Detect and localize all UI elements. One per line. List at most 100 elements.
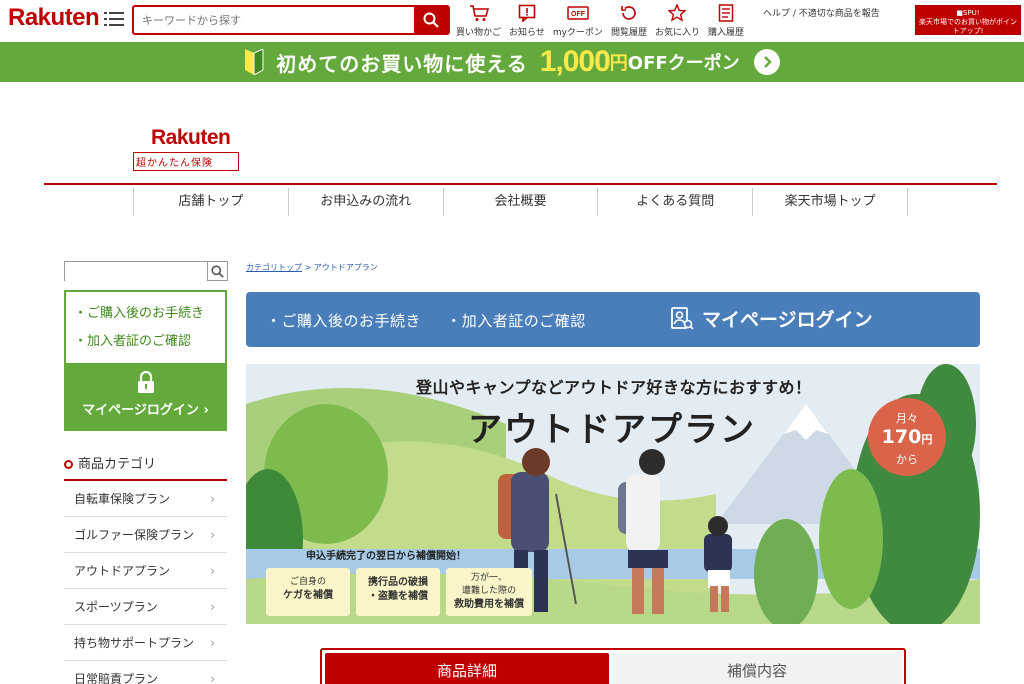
category-item[interactable]: スポーツプラン ›	[64, 589, 227, 625]
user-document-icon	[671, 306, 694, 330]
sidebar-search-input[interactable]	[65, 265, 207, 284]
price-badge-prefix: 月々	[896, 412, 918, 425]
nav-item-ichiba-top[interactable]: 楽天市場トップ	[752, 188, 908, 216]
chevron-right-icon: ›	[210, 564, 215, 578]
coupon-unit: 円	[609, 53, 628, 74]
report-link[interactable]: 不適切な商品を報告	[799, 9, 880, 19]
notice-link[interactable]: お知らせ	[509, 2, 545, 38]
category-item[interactable]: 自転車保険プラン ›	[64, 481, 227, 517]
category-item[interactable]: 日常賠責プラン ›	[64, 661, 227, 684]
nav-item-faq[interactable]: よくある質問	[597, 188, 752, 216]
feature-tag-rescue: 万が一、 遭難した際の 救助費用を補償	[446, 568, 532, 616]
site-logo-subtitle: 超かんたん保険	[133, 152, 239, 171]
mypage-bar: ・ご購入後のお手続き ・加入者証のご確認 マイページログイン	[246, 292, 980, 347]
cart-label: 買い物かご	[456, 28, 502, 38]
category-item-label: アウトドアプラン	[74, 564, 171, 578]
history-link[interactable]: 閲覧履歴	[611, 2, 647, 38]
lock-icon	[137, 370, 154, 393]
purchase-history-link[interactable]: 購入履歴	[708, 2, 744, 38]
spu-logo: ■SPU!	[956, 9, 980, 17]
favorite-link[interactable]: お気に入り	[655, 2, 700, 38]
search-button[interactable]	[414, 7, 448, 33]
chevron-right-icon: ›	[203, 403, 209, 418]
coupon-label: myクーポン	[552, 28, 603, 38]
price-badge: 月々 170円 から	[868, 398, 946, 476]
rakuten-logo[interactable]: Rakuten	[8, 4, 100, 32]
global-header: Rakuten 買い物かご お知らせ	[0, 0, 1024, 42]
feature-tag-line: ご自身の	[289, 577, 326, 587]
site-logo-brand: Rakuten	[151, 126, 231, 149]
chevron-right-icon: ›	[210, 492, 215, 506]
star-icon	[666, 2, 688, 24]
nav-item-company[interactable]: 会社概要	[442, 188, 598, 216]
feature-tag-line: 遭難した際の	[461, 586, 516, 596]
notice-icon	[516, 2, 538, 24]
circle-bullet-icon	[64, 460, 73, 469]
price-badge-suffix: から	[896, 453, 918, 466]
coupon-icon: OFF	[567, 2, 589, 24]
mypage-bar-links: ・ご購入後のお手続き ・加入者証のご確認	[266, 310, 606, 331]
help-links: ヘルプ / 不適切な商品を報告	[763, 9, 880, 19]
price-badge-amount: 170	[881, 426, 922, 448]
category-item-label: スポーツプラン	[74, 600, 158, 614]
shop-nav: 店舗トップ お申込みの流れ 会社概要 よくある質問 楽天市場トップ	[133, 188, 908, 216]
category-item-label: ゴルファー保険プラン	[74, 528, 195, 542]
sidebar-login-label: マイページログイン	[82, 403, 199, 418]
category-heading-label: 商品カテゴリ	[78, 457, 157, 472]
page: Rakuten 買い物かご お知らせ	[0, 0, 1024, 684]
search-icon	[423, 12, 439, 28]
cart-icon	[468, 2, 490, 24]
header-icon-nav: 買い物かご お知らせ OFF myクーポン 閲覧履歴 お気に入り 購入履歴	[456, 2, 752, 38]
menu-list-icon[interactable]	[104, 10, 124, 28]
tab-coverage[interactable]: 補償内容	[612, 653, 902, 684]
svg-text:OFF: OFF	[571, 11, 586, 18]
tab-product-details[interactable]: 商品詳細	[325, 653, 609, 684]
mypage-login-label: マイページログイン	[702, 309, 873, 331]
search-icon	[211, 264, 224, 278]
outdoor-plan-hero: 登山やキャンプなどアウトドア好きな方におすすめ！ アウトドアプラン 月々 170…	[246, 364, 980, 624]
chevron-right-icon: ›	[210, 636, 215, 650]
category-item[interactable]: ゴルファー保険プラン ›	[64, 517, 227, 553]
mypage-login-link[interactable]: マイページログイン	[670, 305, 873, 332]
favorite-label: お気に入り	[654, 28, 700, 38]
breadcrumb-current: アウトドアプラン	[313, 263, 378, 272]
sidebar-login-button[interactable]: マイページログイン ›	[66, 363, 225, 429]
sidebar-after-purchase-link[interactable]: ・ご購入後のお手続き	[66, 300, 225, 328]
hero-subtitle: 登山やキャンプなどアウトドア好きな方におすすめ！	[416, 378, 812, 397]
global-search-input[interactable]	[134, 7, 414, 33]
global-search-box	[132, 5, 450, 35]
nav-item-application-flow[interactable]: お申込みの流れ	[287, 188, 443, 216]
coupon-link[interactable]: OFF myクーポン	[553, 2, 603, 38]
mypage-bar-after-purchase-link[interactable]: ・ご購入後のお手続き	[266, 312, 421, 330]
feature-tag-line: ・盗難を補償	[368, 591, 428, 602]
mypage-bar-certificate-link[interactable]: ・加入者証のご確認	[446, 312, 586, 330]
product-tabs: 商品詳細 補償内容	[320, 648, 906, 684]
site-logo[interactable]: Rakuten 超かんたん保険	[133, 126, 243, 171]
category-item[interactable]: 持ち物サポートプラン ›	[64, 625, 227, 661]
category-item[interactable]: アウトドアプラン ›	[64, 553, 227, 589]
hero-title: アウトドアプラン	[468, 410, 756, 450]
category-item-label: 自転車保険プラン	[74, 492, 171, 506]
spu-banner[interactable]: ■SPU! 楽天市場でのお買い物がポイントアップ!	[915, 5, 1021, 35]
feature-tag-line: 携行品の破損	[368, 577, 428, 588]
help-link[interactable]: ヘルプ	[763, 9, 790, 19]
category-heading: 商品カテゴリ	[64, 455, 227, 481]
feature-tag-belongings: 携行品の破損 ・盗難を補償	[356, 568, 440, 616]
category-item-label: 持ち物サポートプラン	[74, 636, 195, 650]
feature-tag-line: 万が一、	[470, 573, 507, 583]
coupon-off-label: OFFクーポン	[627, 53, 740, 74]
history-icon	[618, 2, 640, 24]
price-badge-unit: 円	[921, 433, 933, 446]
feature-tag-line: ケガを補償	[283, 590, 333, 601]
spu-banner-text: 楽天市場でのお買い物がポイントアップ!	[919, 18, 1017, 35]
sidebar-certificate-link[interactable]: ・加入者証のご確認	[66, 328, 225, 356]
sidebar-search-button[interactable]	[207, 262, 227, 280]
first-purchase-coupon-banner[interactable]: 初めてのお買い物に使える 1,000 円 OFFクーポン	[0, 42, 1024, 82]
cart-link[interactable]: 買い物かご	[456, 2, 501, 38]
receipt-icon	[715, 2, 737, 24]
breadcrumb-root-link[interactable]: カテゴリトップ	[246, 263, 302, 272]
coupon-banner-text: 初めてのお買い物に使える	[276, 51, 528, 76]
nav-item-shop-top[interactable]: 店舗トップ	[133, 188, 288, 216]
history-label: 閲覧履歴	[610, 28, 647, 38]
notice-label: お知らせ	[509, 28, 545, 38]
